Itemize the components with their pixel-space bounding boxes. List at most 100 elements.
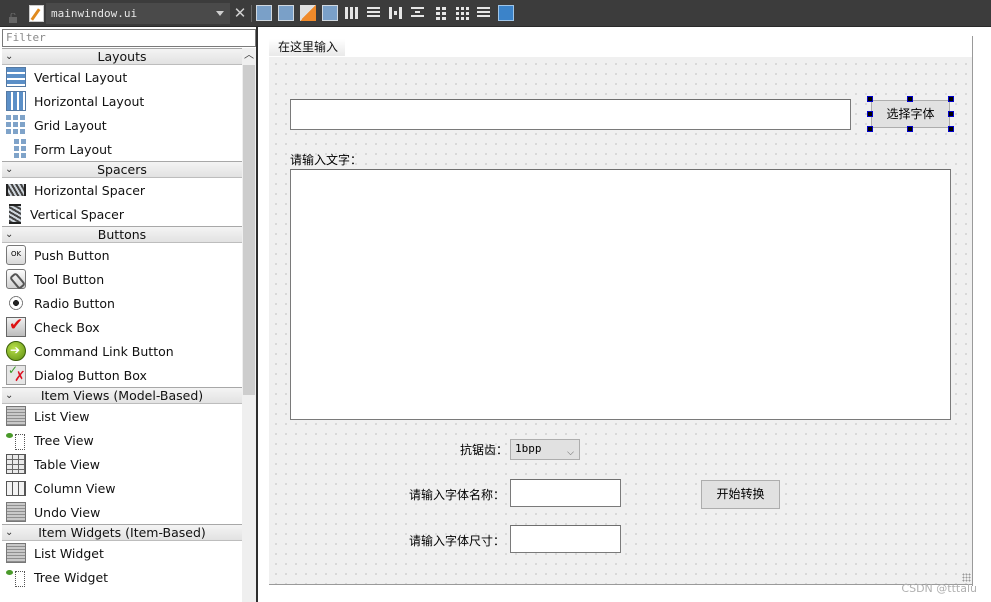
edit-buddies-icon[interactable]	[300, 5, 316, 21]
widget-item-label: Vertical Spacer	[30, 206, 124, 222]
category-title: Layouts	[97, 49, 147, 64]
widget-item-label: Command Link Button	[34, 343, 174, 359]
selection-handle[interactable]	[907, 126, 913, 132]
close-document-button[interactable]: ✕	[232, 4, 248, 22]
widget-item-label: List Widget	[34, 545, 104, 561]
widget-item-label: List View	[34, 408, 90, 424]
toolbar-separator	[251, 5, 252, 22]
widget-item-undo-view[interactable]: Undo View	[2, 500, 242, 524]
edit-signals-slots-icon[interactable]	[278, 5, 294, 21]
command-link-icon	[6, 341, 26, 361]
widget-item-label: Form Layout	[34, 141, 112, 157]
lay-out-vertical-splitter-icon[interactable]	[410, 5, 426, 21]
vertical-spacer-icon	[9, 204, 21, 224]
widget-item-radio-button[interactable]: Radio Button	[2, 291, 242, 315]
widget-item-command-link-button[interactable]: Command Link Button	[2, 339, 242, 363]
tree-view-icon	[6, 430, 26, 450]
selection-handle[interactable]	[867, 96, 873, 102]
text-edit-area[interactable]	[290, 169, 951, 420]
check-box-icon	[6, 315, 26, 337]
horizontal-spacer-icon	[6, 184, 26, 196]
widget-item-label: Check Box	[34, 319, 100, 335]
widget-item-push-button[interactable]: OK Push Button	[2, 243, 242, 267]
category-title: Item Widgets (Item-Based)	[38, 525, 206, 540]
chevron-down-icon	[216, 11, 224, 16]
chevron-down-icon: ⌄	[5, 527, 14, 538]
open-file-combo[interactable]: mainwindow.ui	[46, 3, 230, 24]
antialias-selected-value: 1bpp	[515, 442, 542, 455]
widget-item-vertical-spacer[interactable]: Vertical Spacer	[2, 202, 242, 226]
list-view-icon	[6, 406, 26, 426]
menu-bar-type-here[interactable]: 在这里输入	[269, 39, 345, 56]
category-item-views[interactable]: ⌄ Item Views (Model-Based)	[2, 387, 242, 404]
radio-button-icon	[6, 293, 26, 313]
category-item-widgets[interactable]: ⌄ Item Widgets (Item-Based)	[2, 524, 242, 541]
widget-item-dialog-button-box[interactable]: Dialog Button Box	[2, 363, 242, 387]
widget-item-form-layout[interactable]: Form Layout	[2, 137, 242, 161]
selection-handle[interactable]	[907, 96, 913, 102]
widget-item-label: Vertical Layout	[34, 69, 128, 85]
widget-box-panel: Filter ⌄ Layouts Vertical Layout Horizont…	[0, 27, 258, 602]
widget-item-table-view[interactable]: Table View	[2, 452, 242, 476]
undo-view-icon	[6, 502, 26, 522]
choose-font-button[interactable]: 选择字体	[871, 100, 950, 128]
antialias-combo[interactable]: 1bpp ⌵	[510, 439, 580, 460]
category-title: Item Views (Model-Based)	[40, 388, 204, 403]
widget-list-scrollbar[interactable]: ︿	[242, 48, 256, 602]
file-name: mainwindow.ui	[51, 7, 138, 20]
widget-item-grid-layout[interactable]: Grid Layout	[2, 113, 242, 137]
lay-out-horizontal-splitter-icon[interactable]	[388, 5, 404, 21]
category-title: Buttons	[97, 227, 147, 242]
selection-handle[interactable]	[948, 96, 954, 102]
lay-out-horizontally-icon[interactable]	[344, 5, 360, 21]
category-spacers[interactable]: ⌄ Spacers	[2, 161, 242, 178]
chevron-up-icon[interactable]: ︿	[242, 48, 256, 64]
tool-button-icon	[6, 269, 26, 289]
selection-handle[interactable]	[948, 111, 954, 117]
filter-input[interactable]: Filter	[2, 29, 256, 47]
widget-item-tree-view[interactable]: Tree View	[2, 428, 242, 452]
resize-grip-icon[interactable]	[962, 573, 971, 582]
adjust-size-icon[interactable]	[498, 5, 514, 21]
start-convert-button[interactable]: 开始转换	[701, 480, 780, 509]
lay-out-vertically-icon[interactable]	[366, 5, 382, 21]
scrollbar-thumb[interactable]	[243, 65, 255, 395]
selection-handle[interactable]	[948, 126, 954, 132]
qt-designer-window: mainwindow.ui ✕ Filter ⌄ Layouts Vertical…	[0, 0, 991, 602]
break-layout-icon[interactable]	[476, 5, 492, 21]
font-name-input[interactable]	[510, 479, 621, 507]
widget-item-column-view[interactable]: Column View	[2, 476, 242, 500]
list-widget-icon	[6, 543, 26, 563]
font-size-input[interactable]	[510, 525, 621, 553]
widget-item-label: Horizontal Spacer	[34, 182, 146, 198]
selection-handle[interactable]	[867, 111, 873, 117]
widget-item-label: Horizontal Layout	[34, 93, 145, 109]
font-path-input[interactable]	[290, 99, 851, 130]
lay-out-grid-icon[interactable]	[454, 5, 470, 21]
widget-item-list-view[interactable]: List View	[2, 404, 242, 428]
widget-item-list-widget[interactable]: List Widget	[2, 541, 242, 565]
widget-item-check-box[interactable]: Check Box	[2, 315, 242, 339]
category-buttons[interactable]: ⌄ Buttons	[2, 226, 242, 243]
widget-item-tree-widget[interactable]: Tree Widget	[2, 565, 242, 589]
widget-item-horizontal-layout[interactable]: Horizontal Layout	[2, 89, 242, 113]
edit-widgets-icon[interactable]	[256, 5, 272, 21]
widget-item-label: Tree View	[34, 432, 94, 448]
table-view-icon	[6, 454, 26, 474]
selection-handle[interactable]	[867, 126, 873, 132]
widget-item-label: Push Button	[34, 247, 110, 263]
chevron-down-icon: ⌄	[5, 164, 14, 175]
category-layouts[interactable]: ⌄ Layouts	[2, 48, 242, 65]
lay-out-form-icon[interactable]	[432, 5, 448, 21]
widget-item-vertical-layout[interactable]: Vertical Layout	[2, 65, 242, 89]
horizontal-layout-icon	[6, 91, 26, 111]
widget-item-label: Grid Layout	[34, 117, 107, 133]
lock-icon[interactable]	[8, 8, 18, 23]
edit-tab-order-icon[interactable]	[322, 5, 338, 21]
text-input-label: 请输入文字：	[290, 153, 363, 167]
widget-item-label: Column View	[34, 480, 116, 496]
widget-item-tool-button[interactable]: Tool Button	[2, 267, 242, 291]
widget-item-label: Tool Button	[34, 271, 105, 287]
tree-widget-icon	[6, 567, 26, 587]
widget-item-horizontal-spacer[interactable]: Horizontal Spacer	[2, 178, 242, 202]
